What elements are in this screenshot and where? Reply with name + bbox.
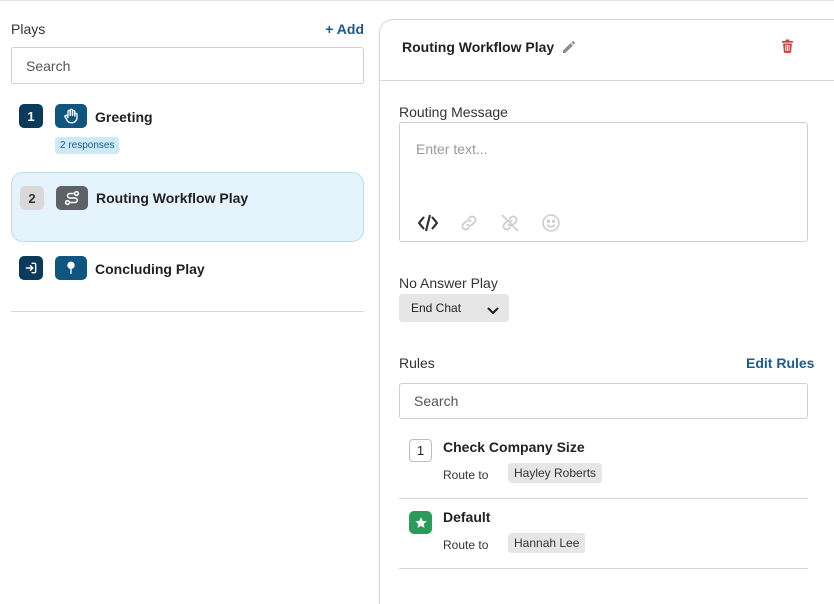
plays-title: Plays	[11, 21, 46, 37]
rule-name: Check Company Size	[443, 439, 585, 455]
edit-pencil-icon[interactable]	[561, 39, 577, 55]
no-answer-value: End Chat	[411, 301, 462, 315]
star-icon	[409, 511, 432, 534]
plays-divider	[11, 311, 364, 312]
hand-icon	[55, 104, 87, 128]
route-to-label: Route to	[443, 538, 489, 552]
pin-icon	[55, 256, 87, 280]
no-answer-label: No Answer Play	[399, 275, 498, 291]
plays-search-input[interactable]	[11, 47, 364, 84]
unlink-icon[interactable]	[499, 212, 521, 234]
play-number-badge: 1	[19, 104, 43, 128]
no-answer-select[interactable]: End Chat	[399, 294, 509, 322]
play-name: Concluding Play	[95, 261, 205, 277]
rules-label: Rules	[399, 355, 435, 371]
detail-title: Routing Workflow Play	[402, 39, 555, 55]
rule-item[interactable]: 1 Check Company Size Route to Hayley Rob…	[399, 429, 808, 499]
exit-icon	[19, 256, 43, 280]
add-play-button[interactable]: + Add	[325, 21, 364, 37]
detail-header: Routing Workflow Play	[380, 20, 834, 81]
play-detail-panel: Routing Workflow Play Routing Message En…	[379, 19, 834, 604]
play-number-badge: 2	[20, 186, 44, 210]
link-icon[interactable]	[458, 212, 480, 234]
routing-message-placeholder: Enter text...	[416, 141, 488, 157]
route-assignee-chip: Hayley Roberts	[508, 463, 603, 483]
play-item-concluding[interactable]: Concluding Play	[11, 248, 364, 292]
plays-header: Plays + Add	[11, 21, 364, 41]
routing-message-editor[interactable]: Enter text...	[399, 122, 808, 242]
responses-badge: 2 responses	[55, 137, 120, 154]
emoji-icon[interactable]	[540, 212, 562, 234]
route-icon	[56, 186, 88, 210]
rule-item-default[interactable]: Default Route to Hannah Lee	[399, 499, 808, 569]
route-to-label: Route to	[443, 468, 489, 482]
play-name: Routing Workflow Play	[96, 190, 249, 206]
plays-panel: Plays + Add 1 Greeting 2 responses 2 Rou…	[11, 0, 364, 604]
rule-number-badge: 1	[409, 439, 432, 462]
play-name: Greeting	[95, 109, 153, 125]
edit-rules-link[interactable]: Edit Rules	[746, 355, 814, 371]
chevron-down-icon	[487, 303, 499, 321]
rules-search-input[interactable]	[399, 383, 808, 419]
rule-name: Default	[443, 509, 491, 525]
routing-message-label: Routing Message	[399, 104, 508, 120]
play-item-routing-workflow[interactable]: 2 Routing Workflow Play	[11, 172, 364, 242]
play-item-greeting[interactable]: 1 Greeting 2 responses	[11, 96, 364, 162]
route-assignee-chip: Hannah Lee	[508, 533, 586, 553]
delete-trash-icon[interactable]	[780, 38, 796, 54]
code-icon[interactable]	[417, 212, 439, 234]
